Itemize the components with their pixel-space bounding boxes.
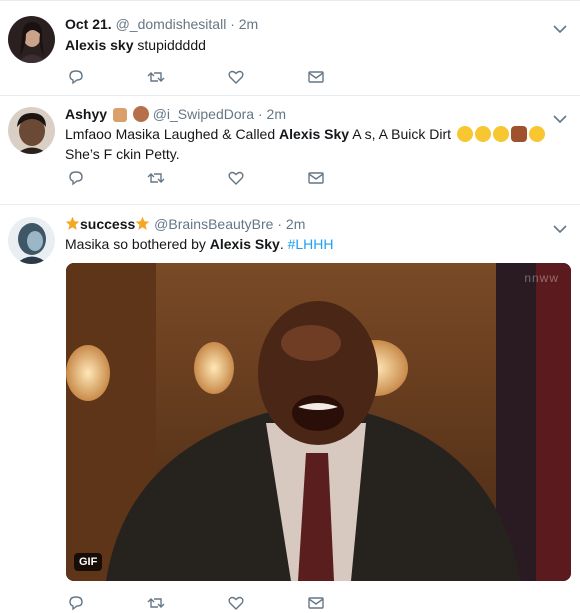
retweet-icon[interactable] bbox=[146, 593, 166, 613]
tweet-header: success @BrainsBeautyBre · 2m bbox=[65, 216, 305, 234]
woman-emoji bbox=[132, 106, 149, 122]
gif-image bbox=[66, 263, 571, 581]
separator-dot: · bbox=[230, 16, 235, 32]
keyword-highlight: Alexis sky bbox=[65, 37, 134, 53]
display-name[interactable]: Oct 21. bbox=[65, 16, 112, 32]
watermark: nnww bbox=[524, 271, 559, 285]
tweet-text-body: . bbox=[279, 236, 288, 252]
gif-media[interactable]: nnww GIF bbox=[66, 263, 571, 581]
tweet-text: Lmfaoo Masika Laughed & Called Alexis Sk… bbox=[65, 124, 550, 164]
chevron-down-icon[interactable] bbox=[552, 111, 568, 124]
gif-badge: GIF bbox=[74, 553, 103, 571]
tweet-actions bbox=[66, 593, 336, 613]
tweet-text-body: A s, A Buick Dirt bbox=[349, 126, 452, 142]
tweet[interactable]: Oct 21. @_domdishesitall · 2m Alexis sky… bbox=[0, 0, 580, 96]
star-icon bbox=[135, 216, 150, 234]
retweet-icon[interactable] bbox=[146, 67, 166, 87]
tweet-text-line: She’s F ckin Petty. bbox=[65, 146, 180, 162]
keyword-highlight: Alexis Sky bbox=[279, 126, 350, 142]
tweet-text: Masika so bothered by Alexis Sky. #LHHH bbox=[65, 234, 550, 254]
chevron-down-icon[interactable] bbox=[552, 21, 568, 34]
tweet-header: Ashyy @i_SwipedDora · 2m bbox=[65, 106, 286, 122]
user-handle[interactable]: @_domdishesitall bbox=[116, 16, 227, 32]
avatar[interactable] bbox=[8, 217, 55, 264]
display-name[interactable]: Ashyy bbox=[65, 106, 107, 122]
tweet-text-body: Lmfaoo Masika Laughed & Called bbox=[65, 126, 280, 142]
writing-hand-emoji bbox=[112, 108, 127, 122]
separator-dot: · bbox=[277, 216, 283, 232]
tweet-text-line: Lmfaoo Masika Laughed & Called Alexis Sk… bbox=[65, 124, 550, 144]
keyword-highlight: Alexis Sky bbox=[209, 236, 280, 252]
retweet-icon[interactable] bbox=[146, 168, 166, 188]
chevron-down-icon[interactable] bbox=[552, 221, 568, 234]
avatar[interactable] bbox=[8, 16, 55, 63]
direct-message-icon[interactable] bbox=[306, 168, 326, 188]
tweet-text-body: Masika so bothered by bbox=[65, 236, 210, 252]
star-icon bbox=[65, 216, 80, 234]
tweet-actions bbox=[66, 168, 336, 188]
direct-message-icon[interactable] bbox=[306, 67, 326, 87]
user-handle[interactable]: @i_SwipedDora bbox=[153, 106, 254, 122]
hashtag-link[interactable]: #LHHH bbox=[288, 236, 334, 252]
timestamp[interactable]: 2m bbox=[239, 16, 258, 32]
like-icon[interactable] bbox=[226, 67, 246, 87]
like-icon[interactable] bbox=[226, 168, 246, 188]
tweet[interactable]: Ashyy @i_SwipedDora · 2m Lmfaoo Masika L… bbox=[0, 95, 580, 205]
tweet-text-body: stupiddddd bbox=[133, 37, 206, 53]
tweet-text: Alexis sky stupiddddd bbox=[65, 35, 550, 55]
separator-dot: · bbox=[257, 106, 263, 122]
reply-icon[interactable] bbox=[66, 593, 86, 613]
woman-facepalming-emoji bbox=[510, 126, 527, 142]
loudly-crying-face-emoji bbox=[492, 126, 509, 142]
timestamp[interactable]: 2m bbox=[286, 216, 305, 232]
like-icon[interactable] bbox=[226, 593, 246, 613]
direct-message-icon[interactable] bbox=[306, 593, 326, 613]
face-with-tears-of-joy-emoji bbox=[528, 126, 545, 142]
reply-icon[interactable] bbox=[66, 67, 86, 87]
loudly-crying-face-emoji bbox=[456, 126, 473, 142]
avatar[interactable] bbox=[8, 107, 55, 154]
tweet-header: Oct 21. @_domdishesitall · 2m bbox=[65, 16, 258, 32]
display-name[interactable]: success bbox=[80, 216, 135, 232]
timestamp[interactable]: 2m bbox=[267, 106, 286, 122]
loudly-crying-face-emoji bbox=[474, 126, 491, 142]
tweet[interactable]: success @BrainsBeautyBre · 2m Masika so … bbox=[0, 205, 580, 611]
user-handle[interactable]: @BrainsBeautyBre bbox=[154, 216, 273, 232]
reply-icon[interactable] bbox=[66, 168, 86, 188]
tweet-actions bbox=[66, 67, 336, 87]
